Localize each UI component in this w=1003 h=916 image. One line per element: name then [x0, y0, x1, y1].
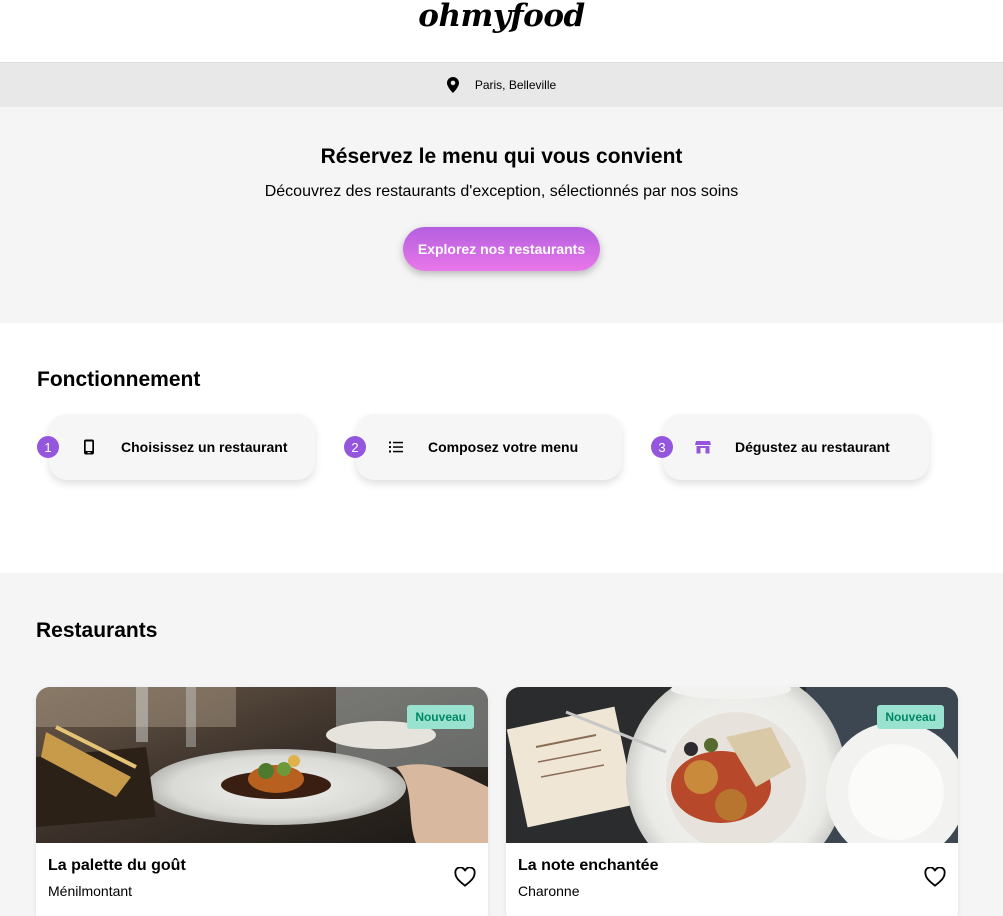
restaurant-cards: Nouveau La palette du goût Ménilmontant: [36, 687, 1003, 916]
features-title: Fonctionnement: [37, 368, 201, 391]
step-label: Dégustez au restaurant: [735, 439, 890, 455]
heart-icon[interactable]: [924, 866, 946, 889]
hero-title: Réservez le menu qui vous convient: [320, 145, 683, 168]
step-number: 1: [37, 436, 59, 458]
step-number: 3: [651, 436, 673, 458]
features-section: Fonctionnement 1 Choisissez un restauran…: [0, 323, 1003, 573]
step-card: Choisissez un restaurant: [49, 414, 315, 480]
list-icon: [386, 437, 406, 457]
restaurant-name: La palette du goût: [48, 857, 186, 874]
new-badge: Nouveau: [877, 705, 944, 729]
step-item: 3 Dégustez au restaurant: [651, 414, 958, 486]
hero-section: Réservez le menu qui vous convient Décou…: [0, 107, 1003, 323]
site-header: ohmyfood: [0, 0, 1003, 62]
hero-subtitle: Découvrez des restaurants d'exception, s…: [264, 183, 739, 200]
location-text: Paris, Belleville: [474, 78, 557, 92]
step-card: Dégustez au restaurant: [663, 414, 929, 480]
restaurant-location: Charonne: [518, 883, 580, 899]
site-logo[interactable]: ohmyfood: [418, 0, 585, 36]
restaurant-location: Ménilmontant: [48, 883, 133, 899]
step-label: Choisissez un restaurant: [121, 439, 288, 455]
restaurant-image: Nouveau: [36, 687, 488, 843]
steps-list: 1 Choisissez un restaurant 2 Composez vo…: [37, 414, 1003, 486]
location-bar: Paris, Belleville: [0, 62, 1003, 107]
step-card: Composez votre menu: [356, 414, 622, 480]
location-pin-icon: [446, 77, 461, 93]
new-badge: Nouveau: [407, 705, 474, 729]
step-label: Composez votre menu: [428, 439, 579, 455]
step-number: 2: [344, 436, 366, 458]
restaurant-card[interactable]: Nouveau La note enchantée Charonne: [506, 687, 958, 916]
explore-restaurants-button[interactable]: Explorez nos restaurants: [403, 227, 600, 271]
restaurant-info: La palette du goût Ménilmontant: [36, 843, 488, 913]
restaurant-name: La note enchantée: [518, 857, 659, 874]
heart-icon[interactable]: [454, 866, 476, 889]
step-item: 1 Choisissez un restaurant: [37, 414, 344, 486]
restaurants-section: Restaurants Nouveau La palette du goût M…: [0, 573, 1003, 916]
restaurant-image: Nouveau: [506, 687, 958, 843]
store-icon: [693, 437, 713, 457]
phone-icon: [79, 437, 99, 457]
restaurant-info: La note enchantée Charonne: [506, 843, 958, 913]
restaurants-title: Restaurants: [36, 619, 158, 642]
step-item: 2 Composez votre menu: [344, 414, 651, 486]
restaurant-card[interactable]: Nouveau La palette du goût Ménilmontant: [36, 687, 488, 916]
